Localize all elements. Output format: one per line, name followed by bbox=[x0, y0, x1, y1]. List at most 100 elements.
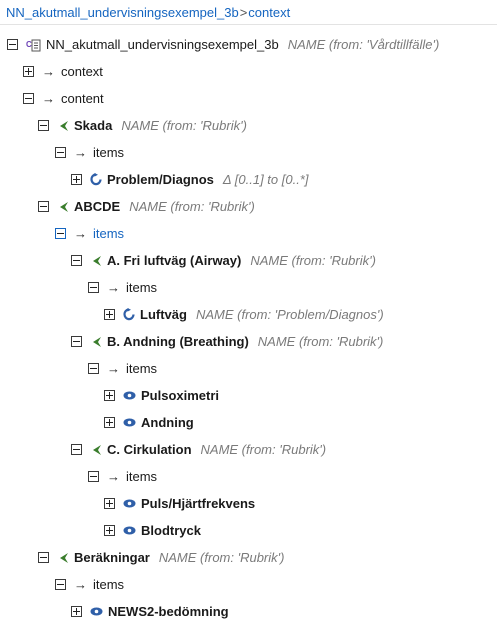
collapse-toggle-icon[interactable] bbox=[71, 255, 82, 266]
tree-node-label: Blodtryck bbox=[141, 523, 201, 538]
observation-eye-icon bbox=[123, 391, 136, 400]
breadcrumb-current-link[interactable]: context bbox=[248, 5, 290, 20]
expand-toggle-icon[interactable] bbox=[71, 174, 82, 185]
tree-node-label: context bbox=[61, 64, 103, 79]
attribute-arrow-icon: → bbox=[107, 361, 120, 376]
collapse-toggle-icon[interactable] bbox=[38, 120, 49, 131]
tree-node-label: B. Andning (Breathing) bbox=[107, 334, 249, 349]
collapse-toggle-icon[interactable] bbox=[71, 444, 82, 455]
tree-node-blodtryck[interactable]: Blodtryck bbox=[0, 517, 497, 544]
section-chevron-icon bbox=[57, 120, 69, 132]
tree-node-label: Problem/Diagnos bbox=[107, 172, 214, 187]
collapse-toggle-icon[interactable] bbox=[38, 552, 49, 563]
evaluation-cycle-icon bbox=[123, 308, 135, 321]
tree-node-name-meta: NAME (from: 'Rubrik') bbox=[257, 334, 384, 349]
tree-node-skada[interactable]: Skada NAME (from: 'Rubrik') bbox=[0, 112, 497, 139]
breadcrumb-root-link[interactable]: NN_akutmall_undervisningsexempel_3b bbox=[6, 5, 239, 20]
observation-eye-icon bbox=[90, 607, 103, 616]
composition-document-icon: C bbox=[26, 38, 41, 52]
tree-node-label: items bbox=[126, 361, 158, 376]
collapse-toggle-icon[interactable] bbox=[71, 336, 82, 347]
attribute-arrow-icon: → bbox=[42, 91, 55, 106]
observation-eye-icon bbox=[123, 418, 136, 427]
expand-toggle-icon[interactable] bbox=[104, 309, 115, 320]
tree-node-problem-diagnos[interactable]: Problem/Diagnos Δ [0..1] to [0..*] bbox=[0, 166, 497, 193]
evaluation-cycle-icon bbox=[90, 173, 102, 186]
tree-node-puls[interactable]: Puls/Hjärtfrekvens bbox=[0, 490, 497, 517]
expand-toggle-icon[interactable] bbox=[104, 498, 115, 509]
tree-node-label: items bbox=[93, 577, 125, 592]
tree-node-root[interactable]: C NN_akutmall_undervisningsexempel_3b NA… bbox=[0, 31, 497, 58]
collapse-toggle-icon[interactable] bbox=[38, 201, 49, 212]
tree-node-label: Skada bbox=[74, 118, 113, 133]
observation-eye-icon bbox=[123, 499, 136, 508]
tree-node-breathing-items[interactable]: → items bbox=[0, 355, 497, 382]
tree-node-label: A. Fri luftväg (Airway) bbox=[107, 253, 242, 268]
attribute-arrow-icon: → bbox=[74, 226, 87, 241]
section-chevron-icon bbox=[57, 552, 69, 564]
tree-node-name-meta: NAME (from: 'Rubrik') bbox=[121, 118, 247, 133]
breadcrumb-separator: > bbox=[239, 4, 248, 20]
tree-node-name-meta: NAME (from: 'Rubrik') bbox=[129, 199, 255, 214]
collapse-toggle-icon[interactable] bbox=[88, 471, 99, 482]
tree-node-name-meta: NAME (from: 'Rubrik') bbox=[250, 253, 376, 268]
tree-node-label: Puls/Hjärtfrekvens bbox=[141, 496, 256, 511]
tree-node-label: Andning bbox=[141, 415, 194, 430]
tree-node-airway-items[interactable]: → items bbox=[0, 274, 497, 301]
attribute-arrow-icon: → bbox=[42, 64, 55, 79]
tree-node-label: items bbox=[93, 145, 125, 160]
tree-node-label: content bbox=[61, 91, 104, 106]
tree-node-label: NN_akutmall_undervisningsexempel_3b bbox=[46, 37, 279, 52]
breadcrumb-divider bbox=[0, 24, 497, 25]
tree-node-news2[interactable]: NEWS2-bedömning bbox=[0, 598, 497, 625]
tree-node-circulation[interactable]: C. Cirkulation NAME (from: 'Rubrik') bbox=[0, 436, 497, 463]
attribute-arrow-icon: → bbox=[74, 577, 87, 592]
tree-node-context[interactable]: → context bbox=[0, 58, 497, 85]
expand-toggle-icon[interactable] bbox=[104, 417, 115, 428]
tree-node-label: items bbox=[126, 469, 158, 484]
attribute-arrow-icon: → bbox=[107, 280, 120, 295]
section-chevron-icon bbox=[90, 336, 102, 348]
tree-node-breathing[interactable]: B. Andning (Breathing) NAME (from: 'Rubr… bbox=[0, 328, 497, 355]
attribute-arrow-icon: → bbox=[74, 145, 87, 160]
observation-eye-icon bbox=[123, 526, 136, 535]
attribute-arrow-icon: → bbox=[107, 469, 120, 484]
tree-node-skada-items[interactable]: → items bbox=[0, 139, 497, 166]
tree-node-name-meta: NAME (from: 'Rubrik') bbox=[200, 442, 327, 457]
collapse-toggle-icon[interactable] bbox=[7, 39, 18, 50]
tree-node-airway[interactable]: A. Fri luftväg (Airway) NAME (from: 'Rub… bbox=[0, 247, 497, 274]
tree-node-content[interactable]: → content bbox=[0, 85, 497, 112]
collapse-toggle-icon[interactable] bbox=[88, 282, 99, 293]
collapse-toggle-icon[interactable] bbox=[55, 579, 66, 590]
archetype-tree: C NN_akutmall_undervisningsexempel_3b NA… bbox=[0, 31, 497, 625]
collapse-toggle-icon[interactable] bbox=[55, 147, 66, 158]
section-chevron-icon bbox=[57, 201, 69, 213]
tree-node-berakningar[interactable]: Beräkningar NAME (from: 'Rubrik') bbox=[0, 544, 497, 571]
tree-node-label: NEWS2-bedömning bbox=[108, 604, 229, 619]
expand-toggle-icon[interactable] bbox=[104, 525, 115, 536]
tree-node-pulsoximetri[interactable]: Pulsoximetri bbox=[0, 382, 497, 409]
section-chevron-icon bbox=[90, 255, 102, 267]
expand-toggle-icon[interactable] bbox=[104, 390, 115, 401]
tree-node-luftvag[interactable]: Luftväg NAME (from: 'Problem/Diagnos') bbox=[0, 301, 497, 328]
tree-node-name-meta: NAME (from: 'Problem/Diagnos') bbox=[195, 307, 384, 322]
tree-node-label: Luftväg bbox=[140, 307, 187, 322]
tree-node-circulation-items[interactable]: → items bbox=[0, 463, 497, 490]
tree-node-andning[interactable]: Andning bbox=[0, 409, 497, 436]
collapse-toggle-icon[interactable] bbox=[23, 93, 34, 104]
tree-node-label: Beräkningar bbox=[74, 550, 150, 565]
expand-toggle-icon[interactable] bbox=[71, 606, 82, 617]
collapse-toggle-icon[interactable] bbox=[55, 228, 66, 239]
tree-node-name-meta: NAME (from: 'Rubrik') bbox=[158, 550, 285, 565]
tree-node-label: Pulsoximetri bbox=[141, 388, 220, 403]
svg-text:C: C bbox=[26, 40, 32, 49]
expand-toggle-icon[interactable] bbox=[23, 66, 34, 77]
collapse-toggle-icon[interactable] bbox=[88, 363, 99, 374]
tree-node-name-meta: NAME (from: 'Vårdtillfälle') bbox=[287, 37, 440, 52]
tree-node-label: ABCDE bbox=[74, 199, 121, 214]
tree-node-berakningar-items[interactable]: → items bbox=[0, 571, 497, 598]
tree-node-abcde-items[interactable]: → items bbox=[0, 220, 497, 247]
tree-node-abcde[interactable]: ABCDE NAME (from: 'Rubrik') bbox=[0, 193, 497, 220]
tree-node-label: items bbox=[126, 280, 158, 295]
section-chevron-icon bbox=[90, 444, 102, 456]
